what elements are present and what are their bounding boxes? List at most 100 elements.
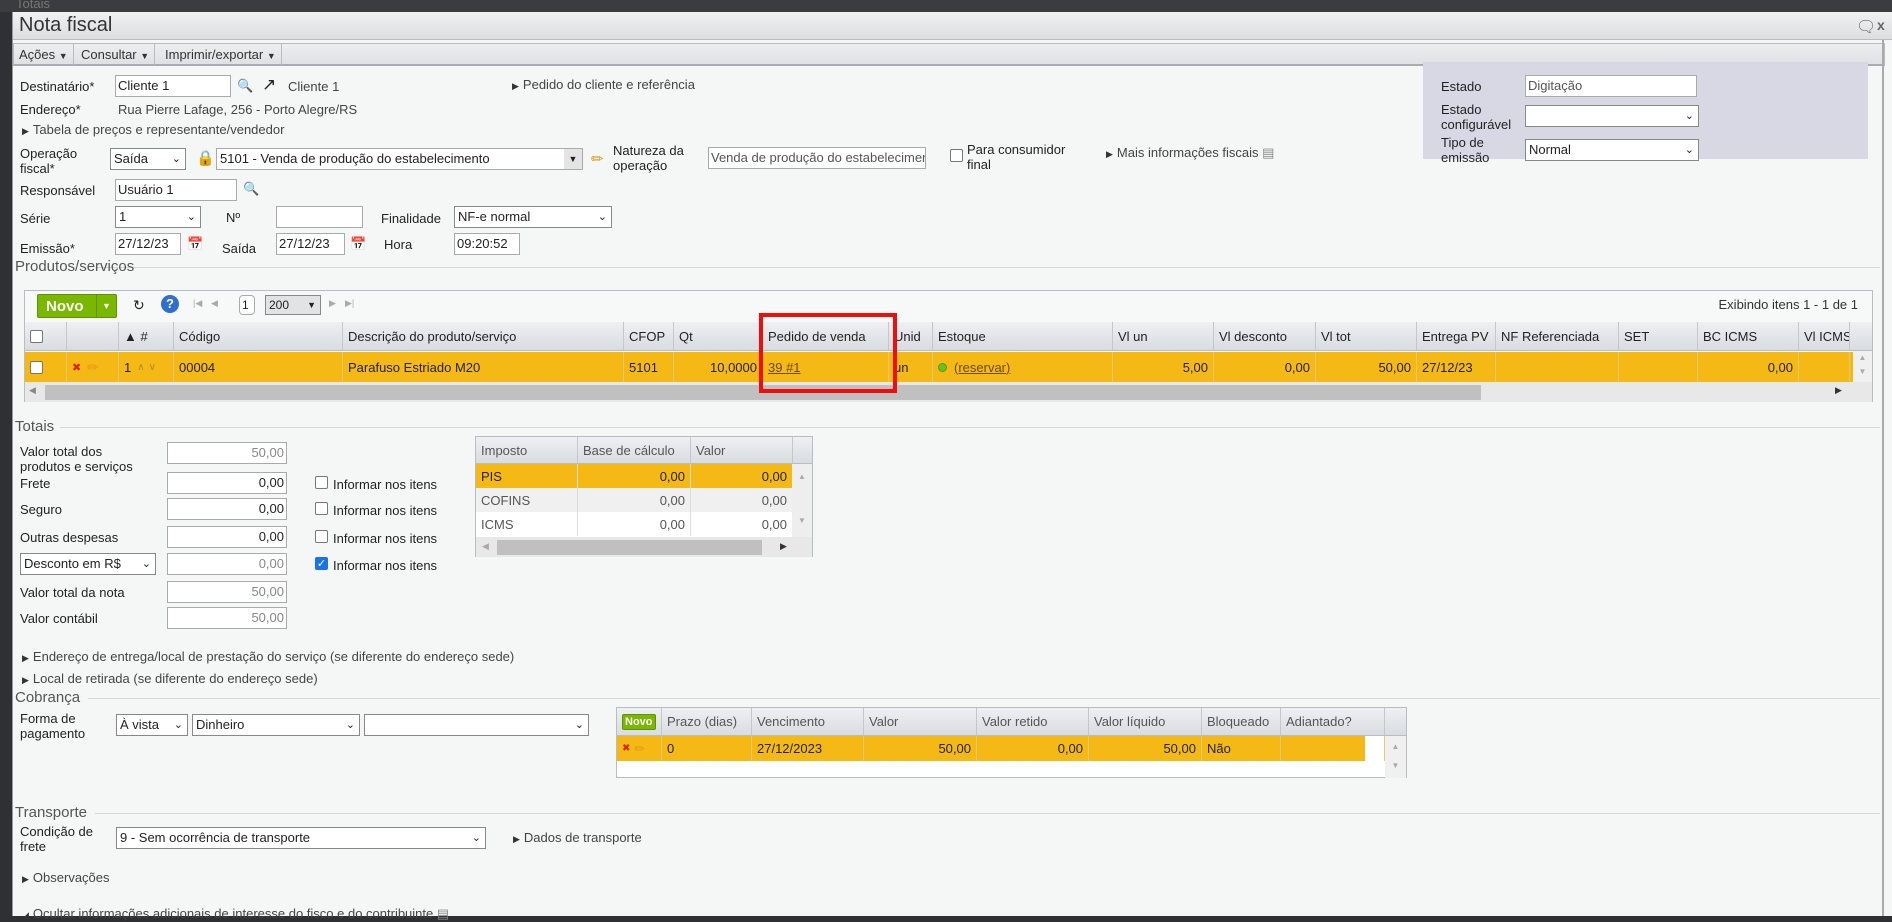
tax-vertical-scrollbar[interactable]: ▲ ▼ bbox=[792, 464, 812, 537]
pencil-icon[interactable]: ✏ bbox=[591, 150, 604, 168]
dados-transporte-toggle[interactable]: ▶ Dados de transporte bbox=[513, 830, 642, 845]
delete-icon[interactable]: ✖ bbox=[622, 743, 630, 754]
column-header-4[interactable]: Descrição do produto/serviço bbox=[343, 322, 624, 350]
column-header-15[interactable]: SET bbox=[1619, 322, 1698, 350]
responsavel-input[interactable]: Usuário 1 bbox=[115, 179, 237, 201]
tax-row[interactable]: PIS 0,00 0,00 bbox=[476, 464, 793, 488]
caret-down-icon[interactable]: ▼ bbox=[96, 295, 116, 317]
menu-acoes[interactable]: Ações ▼ bbox=[14, 44, 74, 65]
next-page-icon[interactable]: ▶ bbox=[329, 298, 336, 309]
scroll-up-icon[interactable]: ▲ bbox=[792, 472, 812, 481]
parcelas-column-header[interactable]: Valor retido bbox=[977, 708, 1089, 735]
page-size-select[interactable]: 200 ▼ bbox=[265, 295, 321, 315]
column-header-3[interactable]: Código bbox=[174, 322, 343, 350]
column-header-5[interactable]: CFOP bbox=[624, 322, 674, 350]
condicao-extra-select[interactable]: ⌄ bbox=[364, 714, 589, 736]
scroll-down-icon[interactable]: ▼ bbox=[1859, 367, 1867, 376]
natureza-input[interactable]: Venda de produção do estabelecimento bbox=[708, 147, 926, 169]
column-header-1[interactable] bbox=[67, 322, 119, 350]
column-header-0[interactable] bbox=[25, 322, 67, 350]
column-header-16[interactable]: BC ICMS bbox=[1698, 322, 1799, 350]
tax-horizontal-scrollbar[interactable]: ◀ ▶ bbox=[476, 537, 812, 557]
move-down-icon[interactable]: ∨ bbox=[149, 362, 156, 373]
scroll-right-icon[interactable]: ▶ bbox=[780, 541, 787, 552]
informar-itens-checkbox[interactable] bbox=[315, 530, 328, 543]
destinatario-link[interactable]: Cliente 1 bbox=[288, 79, 339, 94]
tax-row[interactable]: COFINS 0,00 0,00 bbox=[476, 488, 793, 512]
parcelas-column-header[interactable]: Prazo (dias) bbox=[662, 708, 752, 735]
column-header-14[interactable]: NF Referenciada bbox=[1496, 322, 1619, 350]
tipo-emissao-select[interactable]: Normal ⌄ bbox=[1525, 139, 1699, 161]
parcelas-column-header[interactable]: Valor líquido bbox=[1089, 708, 1202, 735]
calendar-icon[interactable]: 📅 bbox=[187, 236, 203, 252]
local-retirada-toggle[interactable]: ▶ Local de retirada (se diferente do ende… bbox=[22, 671, 318, 686]
column-header-2[interactable]: ▲ # bbox=[119, 322, 174, 350]
novo-button[interactable]: Novo ▼ bbox=[37, 294, 117, 318]
move-up-icon[interactable]: ∧ bbox=[137, 362, 144, 373]
scroll-up-icon[interactable]: ▲ bbox=[1859, 353, 1867, 362]
close-icon[interactable]: x bbox=[1877, 17, 1885, 33]
menu-imprimir-exportar[interactable]: Imprimir/exportar ▼ bbox=[160, 44, 282, 65]
menu-consultar[interactable]: Consultar ▼ bbox=[76, 44, 156, 65]
consumidor-final-checkbox[interactable] bbox=[950, 149, 963, 162]
scroll-right-icon[interactable]: ▶ bbox=[1835, 385, 1842, 396]
numero-input[interactable] bbox=[276, 206, 363, 228]
column-header-6[interactable]: Qt bbox=[674, 322, 763, 350]
condicao-frete-select[interactable]: 9 - Sem ocorrência de transporte ⌄ bbox=[116, 827, 486, 849]
external-link-icon[interactable]: ↗ bbox=[262, 75, 276, 95]
column-header-11[interactable]: Vl desconto bbox=[1214, 322, 1316, 350]
vertical-scrollbar[interactable]: ▲ ▼ bbox=[1853, 351, 1872, 382]
tax-column-header[interactable]: Imposto bbox=[476, 437, 578, 463]
scroll-up-icon[interactable]: ▲ bbox=[1385, 742, 1406, 751]
emissao-input[interactable]: 27/12/23 bbox=[115, 233, 181, 255]
edit-icon[interactable]: ✏ bbox=[87, 359, 99, 376]
column-header-12[interactable]: Vl tot bbox=[1316, 322, 1417, 350]
parcela-row[interactable]: ✖ ✏ 0 27/12/2023 50,00 0,00 50,00 Não bbox=[617, 736, 1385, 761]
saida-input[interactable]: 27/12/23 bbox=[276, 233, 345, 255]
parcelas-column-header[interactable]: Adiantado? bbox=[1281, 708, 1385, 735]
help-icon[interactable]: ? bbox=[161, 295, 179, 313]
reservar-link[interactable]: (reservar) bbox=[954, 360, 1010, 375]
totais-value-input[interactable]: 0,00 bbox=[167, 472, 287, 494]
calendar-icon[interactable]: 📅 bbox=[350, 236, 366, 252]
operacao-tipo-select[interactable]: Saída ⌄ bbox=[110, 148, 186, 170]
search-icon[interactable]: 🔍 bbox=[237, 78, 253, 94]
tax-row[interactable]: ICMS 0,00 0,00 bbox=[476, 512, 793, 536]
column-header-17[interactable]: Vl ICMS bbox=[1799, 322, 1850, 350]
totais-value-input[interactable]: 0,00 bbox=[167, 498, 287, 520]
serie-select[interactable]: 1 ⌄ bbox=[115, 206, 201, 228]
caret-down-icon[interactable]: ▼ bbox=[564, 149, 582, 169]
edit-icon[interactable]: ✏ bbox=[634, 741, 645, 757]
scroll-down-icon[interactable]: ▼ bbox=[792, 516, 812, 525]
meio-pagamento-select[interactable]: Dinheiro ⌄ bbox=[192, 714, 360, 736]
table-row[interactable]: ✖ ✏ 1 ∧ ∨ 00004 Parafuso Estriado M20 5101 10,00… bbox=[25, 352, 1853, 382]
informar-itens-checkbox[interactable] bbox=[315, 502, 328, 515]
operacao-fiscal-combobox[interactable]: 5101 - Venda de produção do estabelecime… bbox=[216, 148, 583, 170]
novo-parcela-button[interactable]: Novo bbox=[622, 713, 656, 730]
last-page-icon[interactable]: ▶| bbox=[345, 298, 354, 309]
parcelas-column-header[interactable]: Novo bbox=[617, 708, 662, 735]
prev-page-icon[interactable]: ◀ bbox=[211, 298, 218, 309]
page-input[interactable]: 1 bbox=[239, 295, 255, 315]
informar-itens-checkbox[interactable]: ✓ bbox=[315, 557, 328, 570]
comment-icon[interactable]: 🗨 bbox=[1856, 17, 1876, 37]
delete-icon[interactable]: ✖ bbox=[72, 361, 81, 374]
desconto-tipo-select[interactable]: Desconto em R$ ⌄ bbox=[20, 553, 156, 575]
scroll-down-icon[interactable]: ▼ bbox=[1385, 761, 1406, 770]
horizontal-scrollbar[interactable]: ◀ ▶ bbox=[25, 382, 1872, 402]
destinatario-input[interactable]: Cliente 1 bbox=[115, 75, 231, 97]
tax-column-header[interactable]: Valor bbox=[691, 437, 793, 463]
forma-pagamento-select[interactable]: À vista ⌄ bbox=[116, 714, 188, 736]
pedido-cliente-toggle[interactable]: ▶ Pedido do cliente e referência bbox=[512, 77, 695, 92]
column-header-9[interactable]: Estoque bbox=[933, 322, 1113, 350]
parcelas-column-header[interactable]: Bloqueado bbox=[1202, 708, 1281, 735]
parcelas-column-header[interactable]: Valor bbox=[864, 708, 977, 735]
tabela-precos-toggle[interactable]: ▶ Tabela de preços e representante/vended… bbox=[22, 122, 284, 137]
scroll-left-icon[interactable]: ◀ bbox=[29, 385, 36, 396]
parcelas-vertical-scrollbar[interactable]: ▲ ▼ bbox=[1385, 736, 1406, 778]
totais-value-input[interactable]: 0,00 bbox=[167, 526, 287, 548]
select-all-checkbox[interactable] bbox=[30, 329, 43, 343]
hora-input[interactable]: 09:20:52 bbox=[454, 233, 520, 255]
informar-itens-checkbox[interactable] bbox=[315, 476, 328, 489]
observacoes-toggle[interactable]: ▶ Observações bbox=[22, 870, 110, 885]
